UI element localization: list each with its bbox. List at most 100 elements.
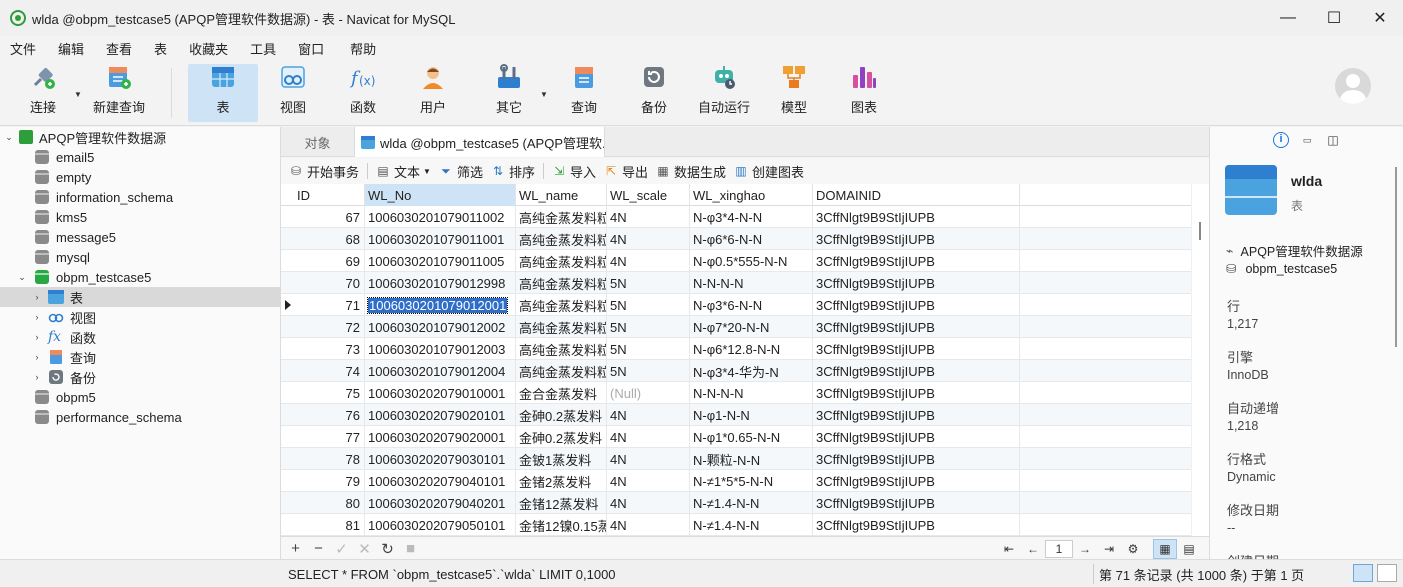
menu-table[interactable]: 表: [144, 39, 179, 58]
grid-view-icon[interactable]: ▦: [1153, 539, 1177, 559]
column-header-domainid[interactable]: DOMAINID: [813, 184, 1020, 206]
column-header-wl-name[interactable]: WL_name: [516, 184, 607, 206]
menu-window[interactable]: 窗口: [288, 39, 336, 58]
tree-db-empty[interactable]: empty: [0, 167, 281, 187]
form-mode-icon[interactable]: [1377, 564, 1397, 582]
backup-button[interactable]: 备份: [627, 64, 681, 122]
cell-id[interactable]: 81: [294, 514, 365, 536]
cell-id[interactable]: 79: [294, 470, 365, 492]
cell-wl-scale[interactable]: 4N: [607, 206, 690, 228]
cell-id[interactable]: 73: [294, 338, 365, 360]
previous-page-icon[interactable]: ←: [1021, 542, 1045, 556]
cell-wl-no[interactable]: 1006030202079040201: [365, 492, 516, 514]
cell-domainid[interactable]: 3CffNlgt9B9StIjIUPB: [813, 448, 1020, 470]
cell-wl-scale[interactable]: 5N: [607, 360, 690, 382]
view-button[interactable]: 视图: [266, 64, 320, 122]
cell-domainid[interactable]: 3CffNlgt9B9StIjIUPB: [813, 492, 1020, 514]
menu-tools[interactable]: 工具: [240, 39, 288, 58]
tree-db-message5[interactable]: message5: [0, 227, 281, 247]
filter-button[interactable]: ⏷ 筛选: [439, 162, 483, 181]
cell-domainid[interactable]: 3CffNlgt9B9StIjIUPB: [813, 250, 1020, 272]
column-header-wl-scale[interactable]: WL_scale: [607, 184, 690, 206]
form-view-icon[interactable]: ▤: [1177, 542, 1201, 556]
gear-icon[interactable]: ⚙: [1121, 542, 1145, 556]
table-row[interactable]: 80 1006030202079040201 金锗12蒸发料 4N N-≠1.4-N-N…: [281, 492, 1191, 514]
cell-wl-scale[interactable]: 4N: [607, 470, 690, 492]
cell-domainid[interactable]: 3CffNlgt9B9StIjIUPB: [813, 272, 1020, 294]
cell-wl-no[interactable]: 1006030202079040101: [365, 470, 516, 492]
cell-wl-xinghao[interactable]: N-N-N-N: [690, 382, 813, 404]
maximize-button[interactable]: ☐: [1311, 0, 1357, 36]
cell-wl-scale[interactable]: 4N: [607, 250, 690, 272]
export-button[interactable]: ⇱ 导出: [604, 162, 648, 181]
cell-wl-name[interactable]: 金锗2蒸发料: [516, 470, 607, 492]
tab-objects[interactable]: 对象: [281, 127, 355, 157]
cell-wl-xinghao[interactable]: N-φ3*4-华为-N: [690, 360, 813, 382]
menu-view[interactable]: 查看: [96, 39, 144, 58]
cell-id[interactable]: 80: [294, 492, 365, 514]
chart-button[interactable]: 图表: [837, 64, 891, 122]
begin-transaction-button[interactable]: ⛁ 开始事务: [289, 162, 359, 181]
user-avatar[interactable]: [1335, 68, 1371, 104]
table-row[interactable]: 81 1006030202079050101 金锗12镍0.15蒸发料4N N-≠1.…: [281, 514, 1191, 536]
cell-domainid[interactable]: 3CffNlgt9B9StIjIUPB: [813, 206, 1020, 228]
tree-db-information-schema[interactable]: information_schema: [0, 187, 281, 207]
cell-wl-xinghao[interactable]: N-φ6*6-N-N: [690, 228, 813, 250]
cell-wl-scale[interactable]: 4N: [607, 492, 690, 514]
tree-connection[interactable]: ⌄ APQP管理软件数据源: [0, 127, 281, 147]
info-icon[interactable]: i: [1273, 132, 1289, 148]
tree-db-email5[interactable]: email5: [0, 147, 281, 167]
ddl-icon[interactable]: ▭: [1294, 135, 1320, 146]
cell-wl-name[interactable]: 金砷0.2蒸发料: [516, 404, 607, 426]
function-button[interactable]: f (x) 函数: [336, 64, 390, 122]
cell-wl-no[interactable]: 1006030201079011002: [365, 206, 516, 228]
vertical-scrollbar[interactable]: [1191, 184, 1209, 536]
cell-wl-xinghao[interactable]: N-φ6*12.8-N-N: [690, 338, 813, 360]
cell-wl-scale[interactable]: (Null): [607, 382, 690, 404]
cell-wl-name[interactable]: 金锗12蒸发料: [516, 492, 607, 514]
cell-wl-xinghao[interactable]: N-≠1*5*5-N-N: [690, 470, 813, 492]
cell-wl-name[interactable]: 金合金蒸发料: [516, 382, 607, 404]
cell-id[interactable]: 67: [294, 206, 365, 228]
cell-wl-xinghao[interactable]: N-φ3*4-N-N: [690, 206, 813, 228]
cell-wl-xinghao[interactable]: N-≠1.4-N-N: [690, 492, 813, 514]
cell-wl-scale[interactable]: 5N: [607, 316, 690, 338]
cell-domainid[interactable]: 3CffNlgt9B9StIjIUPB: [813, 228, 1020, 250]
cell-wl-name[interactable]: 高纯金蒸发料粒: [516, 228, 607, 250]
cell-domainid[interactable]: 3CffNlgt9B9StIjIUPB: [813, 316, 1020, 338]
menu-edit[interactable]: 编辑: [48, 39, 96, 58]
cell-wl-name[interactable]: 高纯金蒸发料粒: [516, 360, 607, 382]
cell-wl-scale[interactable]: 5N: [607, 338, 690, 360]
cell-wl-no[interactable]: 1006030202079020001: [365, 426, 516, 448]
cell-id[interactable]: 76: [294, 404, 365, 426]
cell-wl-no[interactable]: 1006030201079011005: [365, 250, 516, 272]
cell-domainid[interactable]: 3CffNlgt9B9StIjIUPB: [813, 514, 1020, 536]
chevron-down-icon[interactable]: ⌄: [3, 132, 15, 143]
column-header-wl-no[interactable]: WL_No: [365, 184, 516, 206]
table-row[interactable]: 75 1006030202079010001 金合金蒸发料 (Null) N-N-N-N…: [281, 382, 1191, 404]
table-row[interactable]: 67 1006030201079011002 高纯金蒸发料粒 4N N-φ3*4-N-N…: [281, 206, 1191, 228]
cell-id[interactable]: 75: [294, 382, 365, 404]
close-button[interactable]: ✕: [1357, 0, 1403, 36]
cell-wl-no[interactable]: 1006030202079030101: [365, 448, 516, 470]
menu-favorites[interactable]: 收藏夹: [179, 39, 240, 58]
auto-run-button[interactable]: 自动运行: [697, 64, 751, 122]
cell-wl-scale[interactable]: 4N: [607, 426, 690, 448]
cell-wl-scale[interactable]: 4N: [607, 404, 690, 426]
cell-wl-no[interactable]: 1006030201079011001: [365, 228, 516, 250]
cell-wl-no[interactable]: 1006030201079012004: [365, 360, 516, 382]
cell-domainid[interactable]: 3CffNlgt9B9StIjIUPB: [813, 404, 1020, 426]
column-header-wl-xinghao[interactable]: WL_xinghao: [690, 184, 813, 206]
cell-wl-scale[interactable]: 5N: [607, 272, 690, 294]
cell-domainid[interactable]: 3CffNlgt9B9StIjIUPB: [813, 382, 1020, 404]
cell-wl-name[interactable]: 高纯金蒸发料粒: [516, 316, 607, 338]
grid-mode-icon[interactable]: [1353, 564, 1373, 582]
cell-wl-name[interactable]: 高纯金蒸发料粒: [516, 338, 607, 360]
cell-domainid[interactable]: 3CffNlgt9B9StIjIUPB: [813, 426, 1020, 448]
column-header-id[interactable]: ID: [294, 184, 365, 206]
table-row[interactable]: 71 1006030201079012001 高纯金蒸发料粒 5N N-φ3*6-N-N…: [281, 294, 1191, 316]
tab-wlda[interactable]: wlda @obpm_testcase5 (APQP管理软...: [355, 127, 605, 157]
cell-wl-no[interactable]: 1006030202079020101: [365, 404, 516, 426]
chevron-right-icon[interactable]: ›: [31, 332, 43, 342]
cell-wl-xinghao[interactable]: N-φ1-N-N: [690, 404, 813, 426]
